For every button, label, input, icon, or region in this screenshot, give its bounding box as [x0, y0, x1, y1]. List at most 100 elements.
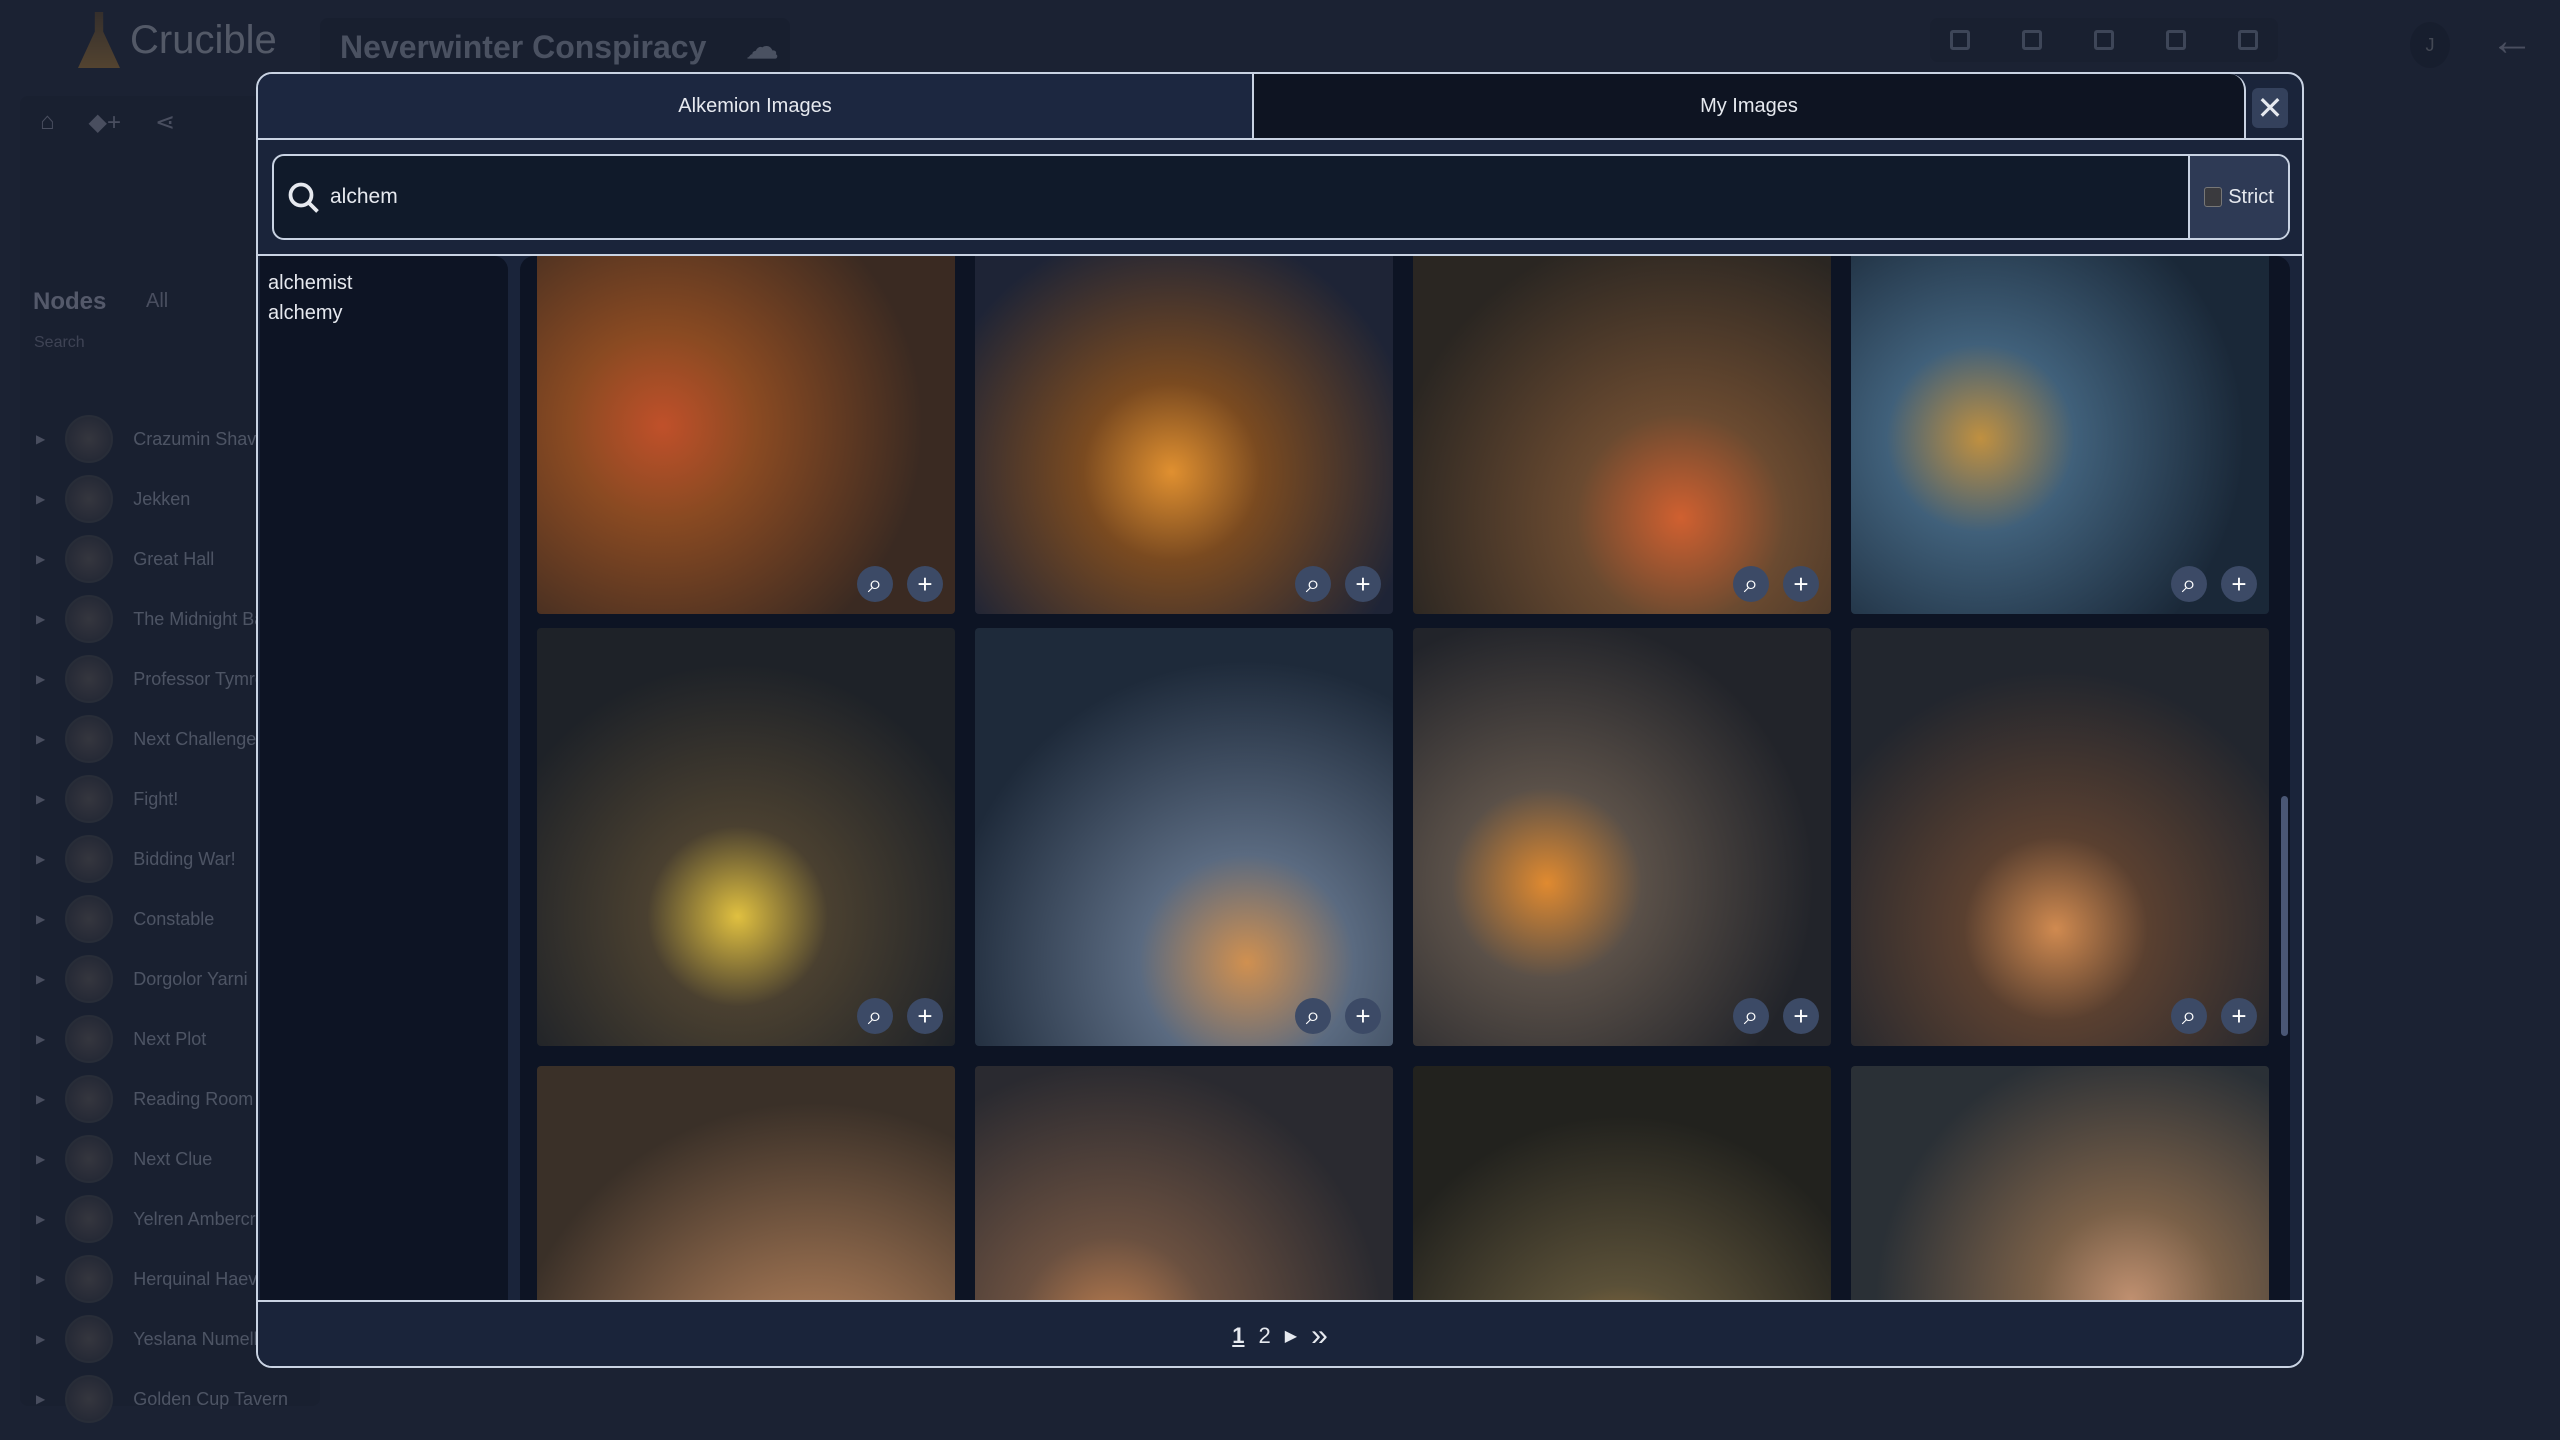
expand-caret-icon[interactable]: ▶ [36, 492, 45, 506]
expand-caret-icon[interactable]: ▶ [36, 912, 45, 926]
node-item[interactable]: ▶ Dorgolor Yarni [36, 954, 248, 1004]
add-image-button[interactable]: + [1783, 566, 1819, 602]
scrollbar-thumb[interactable] [2281, 796, 2288, 1036]
scrollbar[interactable] [2280, 256, 2290, 1366]
node-item[interactable]: ▶ Next Challenge [36, 714, 256, 764]
image-tile[interactable]: ⌕ + [1851, 628, 2269, 1046]
image-tile[interactable]: ⌕ + [1851, 256, 2269, 614]
image-tile[interactable]: ⌕ + [975, 256, 1393, 614]
node-label: Fight! [133, 788, 179, 809]
expand-caret-icon[interactable]: ▶ [36, 612, 45, 626]
node-item[interactable]: ▶ Jekken [36, 474, 190, 524]
node-item[interactable]: ▶ Constable [36, 894, 214, 944]
project-name: Neverwinter Conspiracy [340, 28, 707, 65]
node-item[interactable]: ▶ Golden Cup Tavern [36, 1374, 288, 1424]
node-label: Constable [133, 908, 215, 929]
node-label: Next Challenge [133, 728, 257, 749]
node-thumbnail [65, 595, 114, 643]
expand-caret-icon[interactable]: ▶ [36, 1272, 45, 1286]
node-item[interactable]: ▶ Professor Tymron [36, 654, 275, 704]
next-page-icon[interactable]: ▶ [1285, 1326, 1297, 1346]
zoom-image-button[interactable]: ⌕ [857, 998, 893, 1034]
expand-caret-icon[interactable]: ▶ [36, 1032, 45, 1046]
node-thumbnail [65, 775, 114, 823]
strict-toggle[interactable]: Strict [2188, 156, 2288, 238]
expand-caret-icon[interactable]: ▶ [36, 1152, 45, 1166]
app-name: Crucible [130, 17, 277, 62]
node-item[interactable]: ▶ Yeslana Numelkal [36, 1314, 277, 1364]
node-item[interactable]: ▶ Fight! [36, 774, 178, 824]
expand-caret-icon[interactable]: ▶ [36, 552, 45, 566]
node-item[interactable]: ▶ Next Plot [36, 1014, 206, 1064]
results-area: alchemist alchemy ⌕ + ⌕ + ⌕ + ⌕ + ⌕ + ⌕ + ⌕ + ⌕ + [258, 254, 2302, 1366]
page-2[interactable]: 2 [1259, 1323, 1271, 1349]
add-image-button[interactable]: + [2221, 566, 2257, 602]
keyboard-icon[interactable] [2094, 30, 2114, 50]
add-image-button[interactable]: + [1345, 998, 1381, 1034]
last-page-icon[interactable]: » [1311, 1319, 1328, 1353]
toolbox-icon[interactable]: ⌂ [40, 108, 55, 137]
add-image-button[interactable]: + [1345, 566, 1381, 602]
image-tile[interactable]: ⌕ + [975, 628, 1393, 1046]
expand-caret-icon[interactable]: ▶ [36, 1092, 45, 1106]
tab-alkemion-images[interactable]: Alkemion Images [258, 74, 1252, 138]
close-button[interactable]: ✕ [2252, 88, 2288, 128]
share-icon[interactable]: ⋖ [155, 108, 175, 137]
expand-caret-icon[interactable]: ▶ [36, 432, 45, 446]
page-1[interactable]: 1 [1232, 1323, 1244, 1349]
tab-my-images[interactable]: My Images [1252, 74, 2246, 138]
node-thumbnail [65, 475, 114, 523]
back-arrow-icon[interactable]: ← [2490, 16, 2534, 66]
node-item[interactable]: ▶ Great Hall [36, 534, 214, 584]
nodes-filter[interactable]: All [146, 290, 168, 313]
project-title[interactable]: Neverwinter Conspiracy ☁ [320, 18, 790, 76]
node-item[interactable]: ▶ Yelren Ambercrow [36, 1194, 279, 1244]
add-node-icon[interactable]: ◆+ [89, 108, 121, 137]
zoom-image-button[interactable]: ⌕ [857, 566, 893, 602]
node-label: Golden Cup Tavern [133, 1388, 289, 1409]
node-item[interactable]: ▶ Crazumin Shavarn [36, 414, 282, 464]
zoom-image-button[interactable]: ⌕ [1295, 998, 1331, 1034]
node-thumbnail [65, 835, 114, 883]
expand-caret-icon[interactable]: ▶ [36, 792, 45, 806]
sidebar-search[interactable]: Search [34, 334, 85, 352]
node-label: Bidding War! [133, 848, 236, 869]
node-thumbnail [65, 415, 114, 463]
image-icon[interactable] [2166, 30, 2186, 50]
zoom-image-button[interactable]: ⌕ [2171, 566, 2207, 602]
expand-caret-icon[interactable]: ▶ [36, 1332, 45, 1346]
expand-caret-icon[interactable]: ▶ [36, 972, 45, 986]
add-image-button[interactable]: + [907, 998, 943, 1034]
suggestion-item[interactable]: alchemist [268, 268, 500, 298]
node-item[interactable]: ▶ Bidding War! [36, 834, 236, 884]
zoom-image-button[interactable]: ⌕ [1733, 566, 1769, 602]
strict-checkbox[interactable] [2204, 187, 2223, 207]
expand-caret-icon[interactable]: ▶ [36, 672, 45, 686]
layout-grid-icon[interactable] [1950, 30, 1970, 50]
zoom-image-button[interactable]: ⌕ [1295, 566, 1331, 602]
zoom-image-button[interactable]: ⌕ [1733, 998, 1769, 1034]
expand-caret-icon[interactable]: ▶ [36, 1392, 45, 1406]
expand-caret-icon[interactable]: ▶ [36, 732, 45, 746]
add-image-button[interactable]: + [1783, 998, 1819, 1034]
search-input[interactable] [330, 156, 2180, 238]
expand-caret-icon[interactable]: ▶ [36, 1212, 45, 1226]
node-item[interactable]: ▶ Herquinal Haevar [36, 1254, 273, 1304]
zoom-image-button[interactable]: ⌕ [2171, 998, 2207, 1034]
expand-caret-icon[interactable]: ▶ [36, 852, 45, 866]
export-icon[interactable] [2238, 30, 2258, 50]
node-label: Reading Room [133, 1088, 254, 1109]
node-thumbnail [65, 955, 114, 1003]
image-tile[interactable]: ⌕ + [537, 256, 955, 614]
image-tile[interactable]: ⌕ + [537, 628, 955, 1046]
image-tile[interactable]: ⌕ + [1413, 628, 1831, 1046]
node-item[interactable]: ▶ Reading Room [36, 1074, 253, 1124]
image-tile[interactable]: ⌕ + [1413, 256, 1831, 614]
add-image-button[interactable]: + [2221, 998, 2257, 1034]
node-label: Dorgolor Yarni [133, 968, 248, 989]
user-avatar[interactable]: J [2410, 22, 2450, 68]
node-item[interactable]: ▶ Next Clue [36, 1134, 212, 1184]
add-image-button[interactable]: + [907, 566, 943, 602]
list-icon[interactable] [2022, 30, 2042, 50]
suggestion-item[interactable]: alchemy [268, 298, 500, 328]
